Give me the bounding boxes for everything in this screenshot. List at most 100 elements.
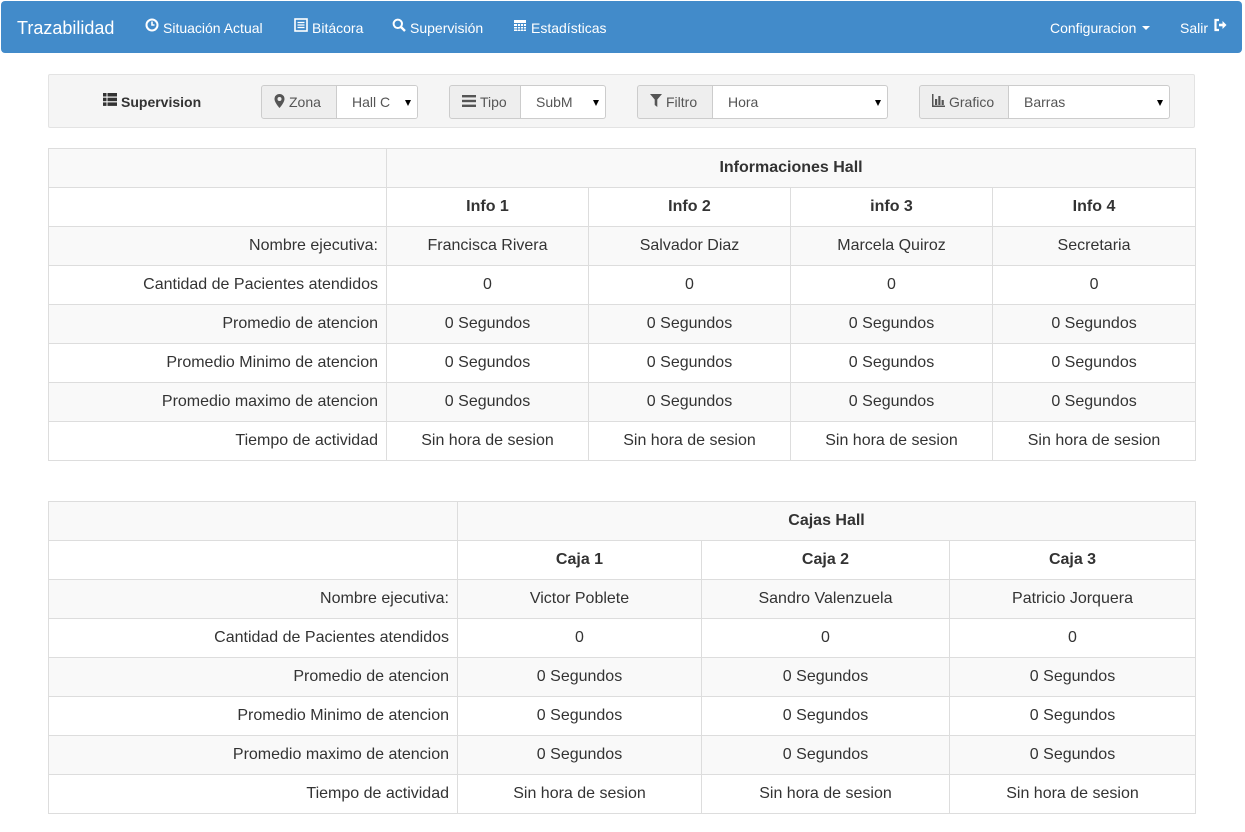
list-icon <box>462 94 476 110</box>
info-hall-table: Informaciones Hall Info 1 Info 2 info 3 … <box>48 148 1197 461</box>
nav-estadisticas-label: Estadísticas <box>531 20 607 36</box>
table-row: Promedio maximo de atencion 0 Segundos 0… <box>48 735 1197 775</box>
table-row: Promedio maximo de atencion 0 Segundos 0… <box>48 382 1197 422</box>
cell: 0 Segundos <box>457 657 702 697</box>
row-label: Nombre ejecutiva: <box>48 226 387 266</box>
cell: Sin hora de sesion <box>991 421 1197 461</box>
cell: 0 Segundos <box>991 304 1197 344</box>
search-icon <box>392 0 406 55</box>
column-header: Info 2 <box>588 187 791 227</box>
tipo-label: Tipo <box>480 94 507 110</box>
cell: 0 Segundos <box>457 735 702 775</box>
zona-select-value: Hall C <box>352 94 391 110</box>
calendar-icon <box>513 0 527 55</box>
config-dropdown[interactable]: Configuracion <box>1050 1 1151 53</box>
cell: Marcela Quiroz <box>790 226 993 266</box>
zona-select[interactable]: Hall C <box>337 85 418 119</box>
logout-label: Salir <box>1180 20 1209 36</box>
row-label: Promedio Minimo de atencion <box>48 696 458 736</box>
cell: 0 Segundos <box>790 343 993 383</box>
zona-label: Zona <box>289 94 321 110</box>
grafico-filter: Grafico Barras <box>919 85 1170 119</box>
filtro-addon: Filtro <box>637 85 713 119</box>
table-row: Tiempo de actividad Sin hora de sesion S… <box>48 421 1197 461</box>
grafico-addon: Grafico <box>919 85 1009 119</box>
cell: Secretaria <box>991 226 1197 266</box>
cell: 0 <box>790 265 993 305</box>
row-label: Tiempo de actividad <box>48 421 387 461</box>
cell: 0 <box>948 618 1197 658</box>
row-label: Tiempo de actividad <box>48 774 458 814</box>
filtro-select[interactable]: Hora <box>713 85 888 119</box>
cell: 0 Segundos <box>588 343 791 383</box>
cell: 0 Segundos <box>588 382 791 422</box>
table-title: Cajas Hall <box>456 501 1197 541</box>
tipo-addon: Tipo <box>449 85 521 119</box>
cell: 0 Segundos <box>701 735 950 775</box>
cell: Sin hora de sesion <box>948 774 1197 814</box>
table-row: Promedio de atencion 0 Segundos 0 Segund… <box>48 657 1197 697</box>
filtro-label: Filtro <box>666 94 698 110</box>
toolbar-title: Supervision <box>103 75 201 127</box>
column-header: Caja 3 <box>948 540 1197 580</box>
tipo-select[interactable]: SubM <box>521 85 606 119</box>
column-header: Caja 1 <box>457 540 702 580</box>
chevron-down-icon <box>405 100 411 106</box>
top-navbar: Trazabilidad Situación Actual Bitácora S… <box>1 1 1242 53</box>
cell: Sin hora de sesion <box>457 774 702 814</box>
nav-bitacora[interactable]: Bitácora <box>294 1 363 53</box>
zona-addon: Zona <box>261 85 337 119</box>
chevron-down-icon <box>1142 26 1151 31</box>
cell: 0 Segundos <box>457 696 702 736</box>
chevron-down-icon <box>875 100 881 106</box>
logout-icon <box>1213 0 1228 55</box>
cell: Salvador Diaz <box>588 226 791 266</box>
brand-link[interactable]: Trazabilidad <box>17 1 114 53</box>
cell: 0 Segundos <box>991 382 1197 422</box>
table-header-row: Informaciones Hall <box>48 148 1197 188</box>
logout-button[interactable]: Salir <box>1180 1 1228 53</box>
nav-supervision-label: Supervisión <box>410 20 484 36</box>
bar-chart-icon <box>932 94 945 110</box>
cell: 0 <box>991 265 1197 305</box>
th-list-icon <box>103 74 117 129</box>
table-title: Informaciones Hall <box>385 148 1197 188</box>
cell: 0 Segundos <box>386 304 589 344</box>
cell: Sin hora de sesion <box>790 421 993 461</box>
cell: 0 Segundos <box>701 657 950 697</box>
row-label: Promedio de atencion <box>48 304 387 344</box>
column-header: Caja 2 <box>701 540 950 580</box>
row-label: Promedio Minimo de atencion <box>48 343 387 383</box>
table-row: Promedio Minimo de atencion 0 Segundos 0… <box>48 343 1197 383</box>
table-row: Cantidad de Pacientes atendidos 0 0 0 <box>48 618 1197 658</box>
cell: Victor Poblete <box>457 579 702 619</box>
chevron-down-icon <box>1157 100 1163 106</box>
cell: 0 Segundos <box>790 382 993 422</box>
nav-estadisticas[interactable]: Estadísticas <box>513 1 606 53</box>
row-label: Cantidad de Pacientes atendidos <box>48 618 458 658</box>
cell: 0 Segundos <box>948 657 1197 697</box>
cell: Sin hora de sesion <box>701 774 950 814</box>
column-header: Info 1 <box>386 187 589 227</box>
toolbar-title-label: Supervision <box>121 94 202 110</box>
cell: Patricio Jorquera <box>948 579 1197 619</box>
cell: Sin hora de sesion <box>386 421 589 461</box>
map-marker-icon <box>274 93 285 111</box>
nav-supervision[interactable]: Supervisión <box>392 1 483 53</box>
empty-corner-cell <box>48 540 458 580</box>
empty-corner-cell <box>48 187 387 227</box>
grafico-label: Grafico <box>949 94 995 110</box>
column-header: info 3 <box>790 187 993 227</box>
grafico-select[interactable]: Barras <box>1009 85 1170 119</box>
cell: 0 Segundos <box>790 304 993 344</box>
filtro-filter: Filtro Hora <box>637 85 888 119</box>
nav-situacion-actual[interactable]: Situación Actual <box>145 1 263 53</box>
cell: 0 Segundos <box>701 696 950 736</box>
cell: Sin hora de sesion <box>588 421 791 461</box>
table-columns-row: Info 1 Info 2 info 3 Info 4 <box>48 187 1197 227</box>
grafico-select-value: Barras <box>1024 94 1066 110</box>
cell: 0 Segundos <box>386 343 589 383</box>
empty-corner-cell <box>48 148 387 188</box>
cell: Sandro Valenzuela <box>701 579 950 619</box>
filtro-select-value: Hora <box>728 94 759 110</box>
